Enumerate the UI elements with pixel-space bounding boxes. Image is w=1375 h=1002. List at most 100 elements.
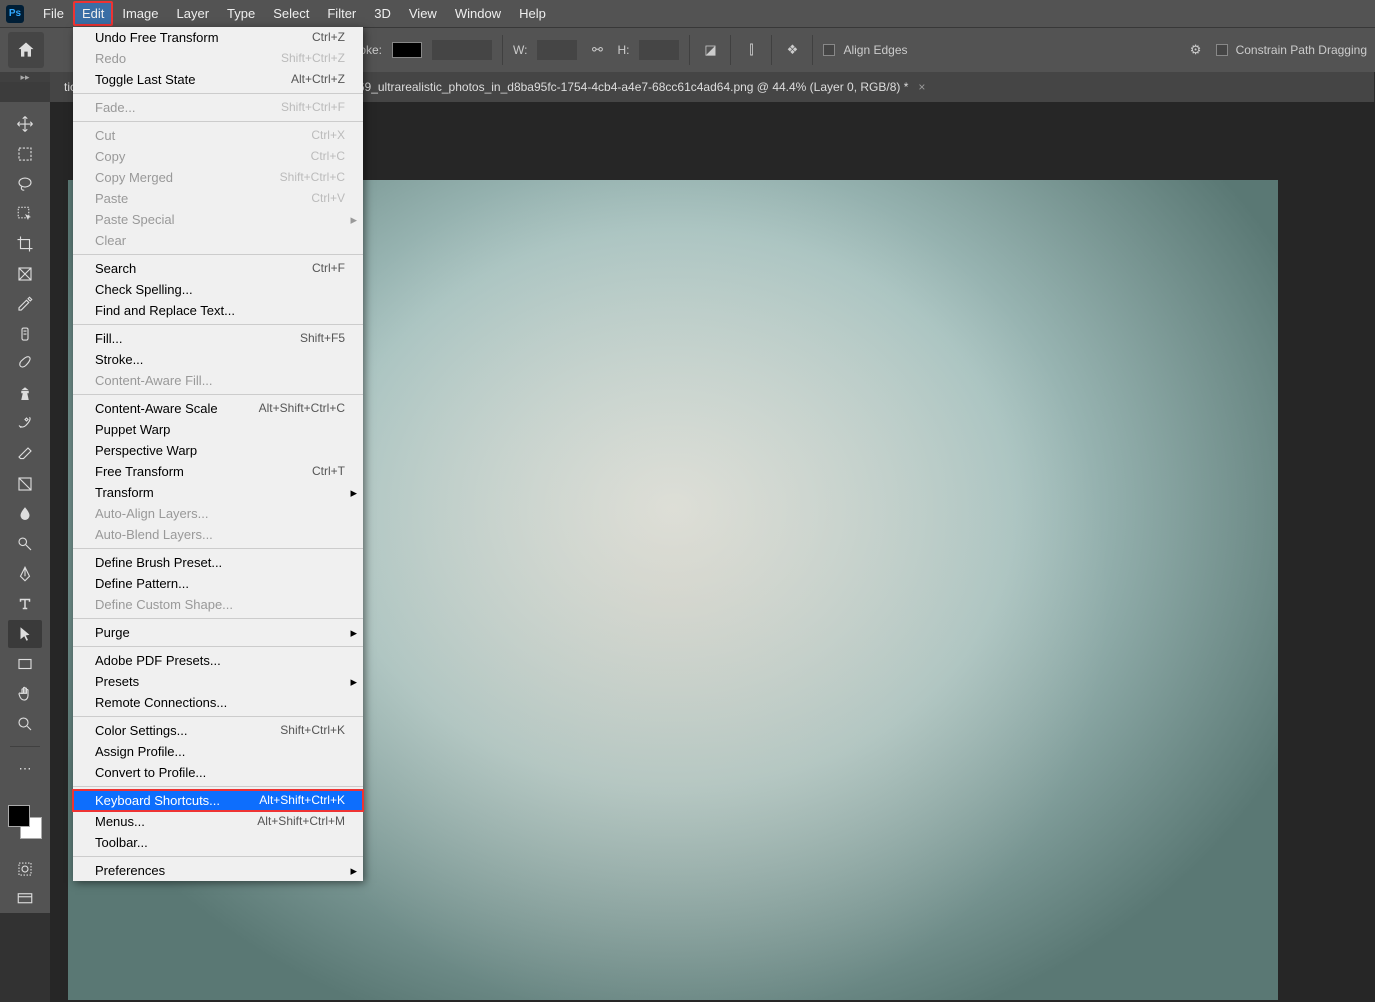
align-edges-checkbox[interactable]: Align Edges: [823, 43, 907, 57]
width-label: W:: [513, 43, 527, 57]
menu-item-transform[interactable]: Transform▸: [73, 482, 363, 503]
close-icon[interactable]: ×: [918, 80, 925, 94]
path-align-icon[interactable]: ⫿: [741, 40, 761, 60]
lasso-tool[interactable]: [8, 170, 42, 198]
foreground-color-swatch[interactable]: [8, 805, 30, 827]
menu-item-free-transform[interactable]: Free TransformCtrl+T: [73, 461, 363, 482]
move-tool[interactable]: [8, 110, 42, 138]
menu-item-toolbar[interactable]: Toolbar...: [73, 832, 363, 853]
menu-item-color-settings[interactable]: Color Settings...Shift+Ctrl+K: [73, 720, 363, 741]
menu-item-perspective-warp[interactable]: Perspective Warp: [73, 440, 363, 461]
healing-brush-tool[interactable]: [8, 320, 42, 348]
menu-item-content-aware-scale[interactable]: Content-Aware ScaleAlt+Shift+Ctrl+C: [73, 398, 363, 419]
menu-item-preferences[interactable]: Preferences▸: [73, 860, 363, 881]
menu-file[interactable]: File: [34, 1, 73, 26]
menu-image[interactable]: Image: [113, 1, 167, 26]
menu-separator: [73, 618, 363, 619]
menu-item-menus[interactable]: Menus...Alt+Shift+Ctrl+M: [73, 811, 363, 832]
menu-separator: [73, 254, 363, 255]
dodge-tool[interactable]: [8, 530, 42, 558]
menu-item-define-pattern[interactable]: Define Pattern...: [73, 573, 363, 594]
gear-icon[interactable]: ⚙: [1186, 40, 1206, 60]
eyedropper-tool[interactable]: [8, 290, 42, 318]
menubar: Ps FileEditImageLayerTypeSelectFilter3DV…: [0, 0, 1375, 27]
menu-item-define-custom-shape: Define Custom Shape...: [73, 594, 363, 615]
menu-item-check-spelling[interactable]: Check Spelling...: [73, 279, 363, 300]
menu-window[interactable]: Window: [446, 1, 510, 26]
history-brush-tool[interactable]: [8, 410, 42, 438]
edit-menu-dropdown: Undo Free TransformCtrl+ZRedoShift+Ctrl+…: [73, 27, 363, 881]
type-tool[interactable]: [8, 590, 42, 618]
menu-separator: [73, 93, 363, 94]
width-input[interactable]: [537, 40, 577, 60]
crop-tool[interactable]: [8, 230, 42, 258]
frame-tool[interactable]: [8, 260, 42, 288]
menu-item-keyboard-shortcuts[interactable]: Keyboard Shortcuts...Alt+Shift+Ctrl+K: [73, 790, 363, 811]
menu-item-stroke[interactable]: Stroke...: [73, 349, 363, 370]
eraser-tool[interactable]: [8, 440, 42, 468]
menu-item-auto-align-layers: Auto-Align Layers...: [73, 503, 363, 524]
menu-item-cut: CutCtrl+X: [73, 125, 363, 146]
color-swatches[interactable]: [8, 805, 42, 839]
rectangle-tool[interactable]: [8, 650, 42, 678]
menu-item-undo-free-transform[interactable]: Undo Free TransformCtrl+Z: [73, 27, 363, 48]
menu-help[interactable]: Help: [510, 1, 555, 26]
menu-edit[interactable]: Edit: [73, 1, 113, 26]
clone-stamp-tool[interactable]: [8, 380, 42, 408]
path-arrange-icon[interactable]: ❖: [782, 40, 802, 60]
submenu-arrow-icon: ▸: [350, 212, 357, 228]
stroke-color-swatch[interactable]: [392, 42, 422, 58]
stroke-width-input[interactable]: [432, 40, 492, 60]
menu-item-remote-connections[interactable]: Remote Connections...: [73, 692, 363, 713]
screen-mode-tool[interactable]: [8, 885, 42, 913]
divider: [812, 35, 813, 65]
menu-item-paste-special: Paste Special▸: [73, 209, 363, 230]
menu-item-copy-merged: Copy MergedShift+Ctrl+C: [73, 167, 363, 188]
menu-item-adobe-pdf-presets[interactable]: Adobe PDF Presets...: [73, 650, 363, 671]
menu-item-define-brush-preset[interactable]: Define Brush Preset...: [73, 552, 363, 573]
menu-separator: [73, 716, 363, 717]
menu-item-purge[interactable]: Purge▸: [73, 622, 363, 643]
menu-item-convert-to-profile[interactable]: Convert to Profile...: [73, 762, 363, 783]
blur-tool[interactable]: [8, 500, 42, 528]
divider: [10, 746, 40, 747]
menu-type[interactable]: Type: [218, 1, 264, 26]
path-selection-tool[interactable]: [8, 620, 42, 648]
constrain-path-checkbox[interactable]: Constrain Path Dragging: [1216, 43, 1367, 57]
menu-3d[interactable]: 3D: [365, 1, 400, 26]
link-icon[interactable]: ⚯: [587, 40, 607, 60]
marquee-tool[interactable]: [8, 140, 42, 168]
menu-separator: [73, 548, 363, 549]
object-selection-tool[interactable]: [8, 200, 42, 228]
pen-tool[interactable]: [8, 560, 42, 588]
menu-item-toggle-last-state[interactable]: Toggle Last StateAlt+Ctrl+Z: [73, 69, 363, 90]
edit-toolbar-icon[interactable]: ⋯: [8, 755, 42, 783]
brush-tool[interactable]: [8, 350, 42, 378]
height-input[interactable]: [639, 40, 679, 60]
menu-item-fill[interactable]: Fill...Shift+F5: [73, 328, 363, 349]
menu-view[interactable]: View: [400, 1, 446, 26]
panel-expand-handle[interactable]: ▸▸: [0, 72, 50, 82]
menu-separator: [73, 324, 363, 325]
menu-layer[interactable]: Layer: [168, 1, 219, 26]
menu-item-assign-profile[interactable]: Assign Profile...: [73, 741, 363, 762]
height-label: H:: [617, 43, 629, 57]
menu-item-puppet-warp[interactable]: Puppet Warp: [73, 419, 363, 440]
menu-item-search[interactable]: SearchCtrl+F: [73, 258, 363, 279]
menu-select[interactable]: Select: [264, 1, 318, 26]
home-button[interactable]: [8, 32, 44, 68]
menu-item-content-aware-fill: Content-Aware Fill...: [73, 370, 363, 391]
divider: [689, 35, 690, 65]
menu-item-find-and-replace-text[interactable]: Find and Replace Text...: [73, 300, 363, 321]
document-tab-active[interactable]: majkinio69_ultrarealistic_photos_in_d8ba…: [300, 72, 1375, 102]
zoom-tool[interactable]: [8, 710, 42, 738]
menu-item-redo: RedoShift+Ctrl+Z: [73, 48, 363, 69]
menu-filter[interactable]: Filter: [318, 1, 365, 26]
divider: [730, 35, 731, 65]
gradient-tool[interactable]: [8, 470, 42, 498]
menu-separator: [73, 646, 363, 647]
quick-mask-tool[interactable]: [8, 855, 42, 883]
menu-item-presets[interactable]: Presets▸: [73, 671, 363, 692]
hand-tool[interactable]: [8, 680, 42, 708]
path-overlap-icon[interactable]: ◪: [700, 40, 720, 60]
